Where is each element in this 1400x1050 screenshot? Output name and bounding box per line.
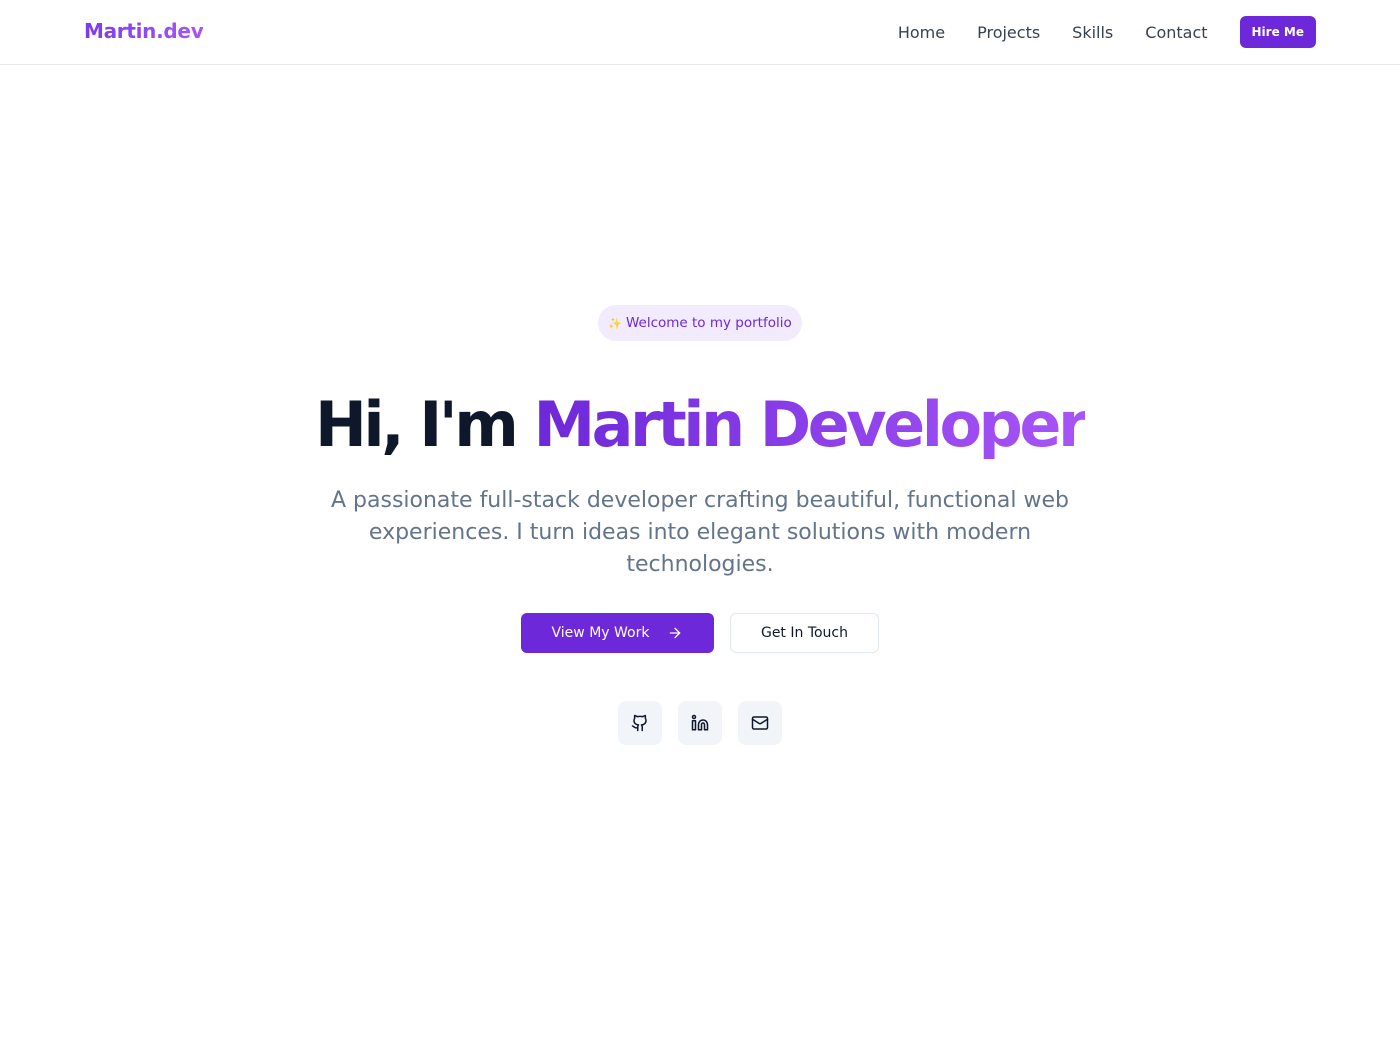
view-my-work-button[interactable]: View My Work bbox=[521, 613, 714, 653]
github-icon bbox=[631, 714, 647, 732]
navbar: Martin.dev Home Projects Skills Contact … bbox=[0, 0, 1400, 65]
linkedin-icon bbox=[691, 714, 709, 731]
social-links bbox=[0, 701, 1400, 745]
nav-link-contact[interactable]: Contact bbox=[1145, 23, 1207, 42]
github-link[interactable] bbox=[618, 701, 662, 745]
mail-icon bbox=[751, 716, 769, 730]
linkedin-link[interactable] bbox=[678, 701, 722, 745]
nav-links: Home Projects Skills Contact Hire Me bbox=[898, 16, 1316, 48]
hero-section: ✨ Welcome to my portfolio Hi, I'm Martin… bbox=[0, 65, 1400, 1050]
sparkle-icon: ✨ bbox=[608, 316, 622, 330]
hero-headline: Hi, I'm Martin Developer bbox=[0, 385, 1400, 465]
welcome-badge: ✨ Welcome to my portfolio bbox=[598, 305, 802, 341]
hire-me-button[interactable]: Hire Me bbox=[1239, 16, 1316, 48]
nav-link-home[interactable]: Home bbox=[898, 23, 945, 42]
headline-name: Martin Developer bbox=[533, 388, 1088, 461]
nav-link-skills[interactable]: Skills bbox=[1072, 23, 1113, 42]
get-in-touch-button[interactable]: Get In Touch bbox=[730, 613, 879, 653]
nav-link-projects[interactable]: Projects bbox=[977, 23, 1040, 42]
cta-buttons: View My Work Get In Touch bbox=[0, 613, 1400, 653]
welcome-badge-text: Welcome to my portfolio bbox=[625, 315, 792, 331]
view-my-work-label: View My Work bbox=[551, 625, 650, 641]
arrow-right-icon bbox=[670, 627, 681, 639]
email-link[interactable] bbox=[738, 701, 782, 745]
headline-greeting: Hi, I'm bbox=[314, 388, 519, 461]
brand-logo[interactable]: Martin.dev bbox=[84, 19, 204, 43]
hero-subtitle: A passionate full-stack developer crafti… bbox=[331, 488, 1069, 577]
